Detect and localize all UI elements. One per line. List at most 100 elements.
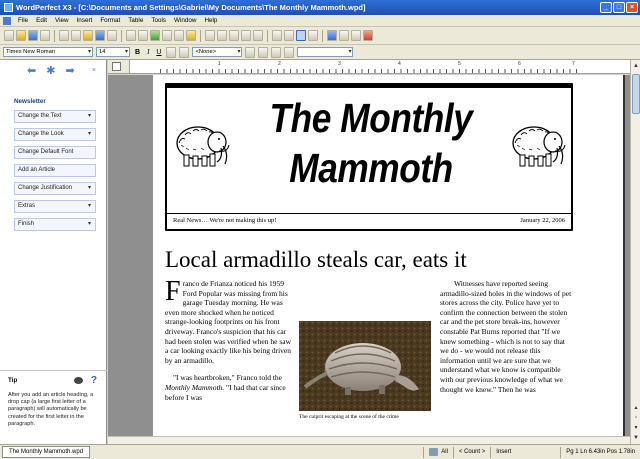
toolbar-separator — [121, 29, 122, 42]
open-folder-icon[interactable] — [16, 30, 26, 41]
page-view-icon[interactable] — [284, 30, 294, 41]
reveal-codes-icon[interactable] — [296, 30, 306, 41]
shapes-icon[interactable] — [162, 30, 172, 41]
extra-select[interactable] — [297, 47, 354, 57]
toolbar-separator — [322, 29, 323, 42]
armadillo-photo[interactable] — [299, 321, 431, 411]
ruler[interactable]: 1 2 3 4 5 6 7 — [108, 60, 630, 74]
perfectexpert-sidebar: ⬅ ✱ ➡ × Newsletter Change the Text ▾ Chan… — [0, 60, 107, 444]
toolbar-separator — [267, 29, 268, 42]
menu-table[interactable]: Table — [124, 17, 147, 24]
toolbar-separator — [200, 29, 201, 42]
status-all[interactable]: All — [423, 446, 453, 458]
draft-view-icon[interactable] — [308, 30, 318, 41]
spellcheck-icon[interactable] — [126, 30, 136, 41]
page-down-icon[interactable]: ▾ — [632, 424, 640, 432]
horizontal-scrollbar[interactable] — [108, 436, 630, 444]
italic-button[interactable]: I — [145, 48, 151, 56]
sidebar-item-change-default-font[interactable]: Change Default Font — [14, 146, 96, 159]
print-icon[interactable] — [40, 30, 50, 41]
article-column-1: F ranco de Frianza noticed his 1959 Ford… — [165, 276, 292, 402]
columns-icon[interactable] — [229, 30, 239, 41]
redo-icon[interactable] — [107, 30, 117, 41]
new-document-icon[interactable] — [4, 30, 14, 41]
table-icon[interactable] — [241, 30, 251, 41]
status-mode[interactable]: Insert — [490, 446, 560, 458]
sidebar-item-extras[interactable]: Extras ▾ — [14, 200, 96, 213]
menu-help[interactable]: Help — [200, 17, 221, 24]
document-page[interactable]: The Monthly Mammoth Real News… We're not… — [153, 75, 623, 444]
close-button[interactable]: × — [626, 2, 638, 13]
menu-tools[interactable]: Tools — [147, 17, 170, 24]
sidebar-item-change-text[interactable]: Change the Text ▾ — [14, 110, 96, 123]
copy-icon[interactable] — [71, 30, 81, 41]
symbols-icon[interactable] — [284, 46, 295, 58]
justify-icon[interactable] — [166, 46, 177, 58]
insert-image-icon[interactable] — [150, 30, 160, 41]
speech-bubble-icon[interactable] — [73, 377, 83, 384]
cut-icon[interactable] — [59, 30, 69, 41]
tab-type-icon[interactable] — [112, 62, 121, 71]
sidebar-item-change-justification[interactable]: Change Justification ▾ — [14, 182, 96, 195]
menu-file[interactable]: File — [14, 17, 32, 24]
menu-window[interactable]: Window — [170, 17, 200, 24]
bullets-icon[interactable] — [205, 30, 215, 41]
scroll-thumb[interactable] — [632, 74, 640, 114]
paste-icon[interactable] — [83, 30, 93, 41]
menu-view[interactable]: View — [51, 17, 73, 24]
font-face-select[interactable]: Times New Roman — [3, 47, 93, 57]
underline-button[interactable]: U — [154, 49, 163, 56]
maximize-button[interactable]: □ — [613, 2, 625, 13]
indent-icon[interactable] — [258, 46, 269, 58]
menu-bar: File Edit View Insert Format Table Tools… — [0, 15, 640, 27]
undo-icon[interactable] — [95, 30, 105, 41]
status-count[interactable]: < Count > — [452, 446, 490, 458]
forward-arrow-icon[interactable]: ➡ — [65, 64, 74, 77]
tip-text: After you add an article heading, a drop… — [8, 392, 94, 427]
document-tab[interactable]: The Monthly Mammoth.wpd — [2, 446, 91, 458]
vertical-scrollbar[interactable]: ▲ ▴ ▫ ▾ ▼ — [630, 60, 640, 444]
paragraph-style-select[interactable]: <None> — [192, 47, 243, 57]
close-sidebar-icon[interactable]: × — [92, 67, 96, 74]
text-art-icon[interactable] — [174, 30, 184, 41]
chevron-down-icon: ▾ — [87, 185, 91, 191]
bold-button[interactable]: B — [133, 49, 142, 56]
scroll-up-icon[interactable]: ▲ — [632, 62, 640, 70]
drop-cap: F — [165, 276, 181, 307]
sidebar-item-change-look[interactable]: Change the Look ▾ — [14, 128, 96, 141]
page-up-icon[interactable]: ▴ — [632, 404, 640, 412]
save-icon[interactable] — [28, 30, 38, 41]
font-size-select[interactable]: 14 — [96, 47, 130, 57]
minimize-button[interactable]: _ — [600, 2, 612, 13]
numbering-icon[interactable] — [217, 30, 227, 41]
font-color-icon[interactable] — [179, 46, 190, 58]
document-icon[interactable] — [3, 16, 11, 25]
zoom-icon[interactable] — [272, 30, 282, 41]
sidebar-nav: ⬅ ✱ ➡ — [0, 60, 106, 80]
scroll-down-icon[interactable]: ▼ — [632, 434, 640, 442]
page-icon[interactable]: ▫ — [632, 414, 640, 422]
chart-icon[interactable] — [253, 30, 263, 41]
wordperfect-app-icon[interactable] — [4, 3, 13, 12]
highlight-icon[interactable] — [186, 30, 196, 41]
help-icon[interactable]: ? — [91, 375, 97, 386]
menu-edit[interactable]: Edit — [32, 17, 51, 24]
sidebar-item-finish[interactable]: Finish ▾ — [14, 218, 96, 231]
chevron-down-icon: ▾ — [87, 113, 91, 119]
property-bar: Times New Roman 14 B I U <None> — [0, 45, 640, 60]
home-icon[interactable]: ✱ — [46, 64, 55, 77]
quickformat-icon[interactable] — [245, 46, 256, 58]
web-icon[interactable] — [351, 30, 361, 41]
chevron-down-icon: ▾ — [87, 131, 91, 137]
draw-line-icon[interactable] — [138, 30, 148, 41]
outline-icon[interactable] — [271, 46, 282, 58]
menu-format[interactable]: Format — [96, 17, 124, 24]
photo-caption: The culprit escaping at the scene of the… — [299, 414, 399, 420]
forward-icon[interactable] — [339, 30, 349, 41]
menu-insert[interactable]: Insert — [73, 17, 97, 24]
sidebar-item-add-article[interactable]: Add an Article — [14, 164, 96, 177]
back-arrow-icon[interactable]: ⬅ — [27, 64, 36, 77]
special-icon[interactable] — [363, 30, 373, 41]
title-bar: WordPerfect X3 - [C:\Documents and Setti… — [0, 0, 640, 15]
back-icon[interactable] — [327, 30, 337, 41]
